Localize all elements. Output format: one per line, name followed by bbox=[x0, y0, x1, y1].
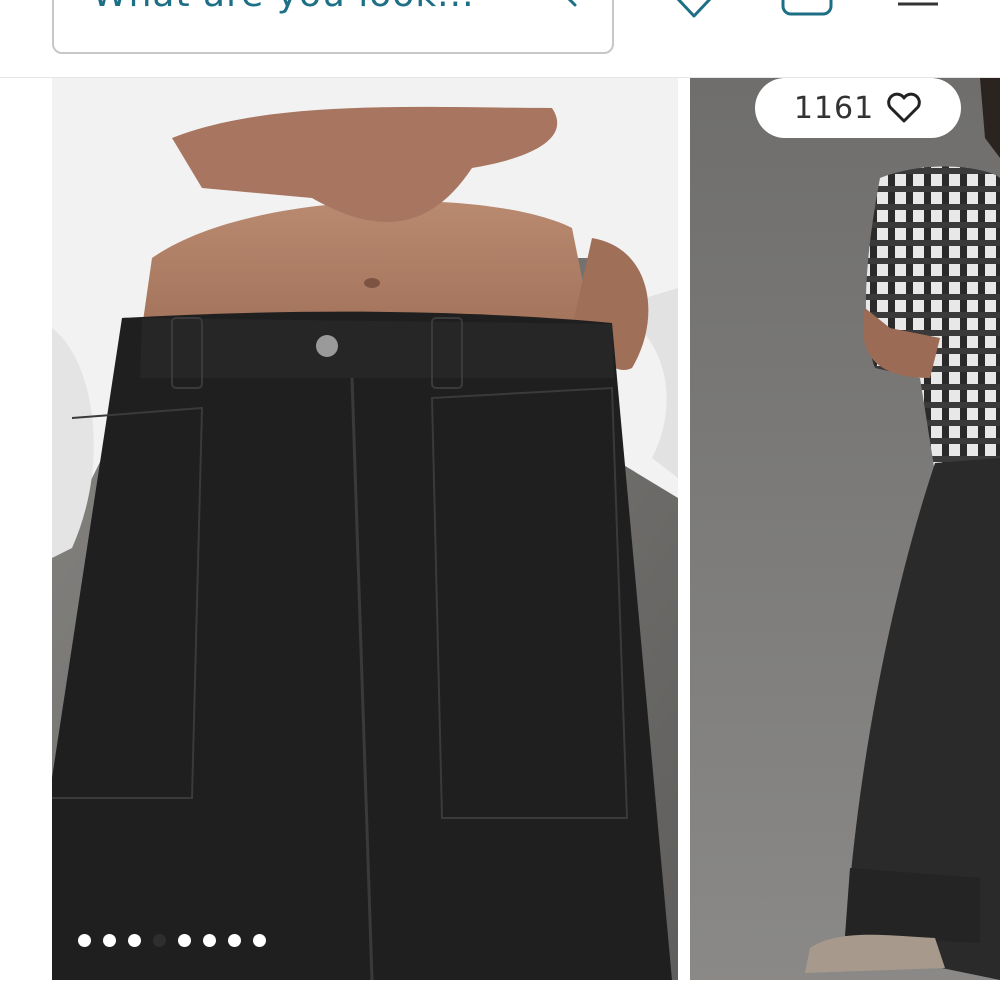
carousel-dot[interactable] bbox=[203, 934, 216, 947]
carousel-dot-active[interactable] bbox=[153, 934, 166, 947]
heart-icon[interactable] bbox=[886, 92, 922, 124]
search-placeholder: What are you look... bbox=[92, 0, 475, 15]
search-input[interactable]: What are you look... bbox=[52, 0, 614, 54]
carousel-dot[interactable] bbox=[228, 934, 241, 947]
carousel-dot[interactable] bbox=[103, 934, 116, 947]
carousel-dot[interactable] bbox=[253, 934, 266, 947]
search-icon[interactable] bbox=[538, 0, 578, 8]
heart-icon[interactable] bbox=[672, 0, 716, 20]
like-count: 1161 bbox=[793, 90, 875, 126]
carousel-dot[interactable] bbox=[128, 934, 141, 947]
carousel-dots[interactable] bbox=[78, 934, 266, 947]
product-image[interactable] bbox=[52, 78, 678, 980]
product-card[interactable]: 1161 bbox=[690, 78, 1000, 980]
bag-icon[interactable] bbox=[780, 0, 834, 18]
menu-icon[interactable] bbox=[896, 0, 940, 14]
product-image[interactable] bbox=[690, 78, 1000, 980]
carousel-dot[interactable] bbox=[78, 934, 91, 947]
product-card[interactable] bbox=[52, 78, 678, 980]
top-header: What are you look... bbox=[0, 0, 1000, 78]
carousel-dot[interactable] bbox=[178, 934, 191, 947]
like-badge[interactable]: 1161 bbox=[755, 78, 961, 138]
